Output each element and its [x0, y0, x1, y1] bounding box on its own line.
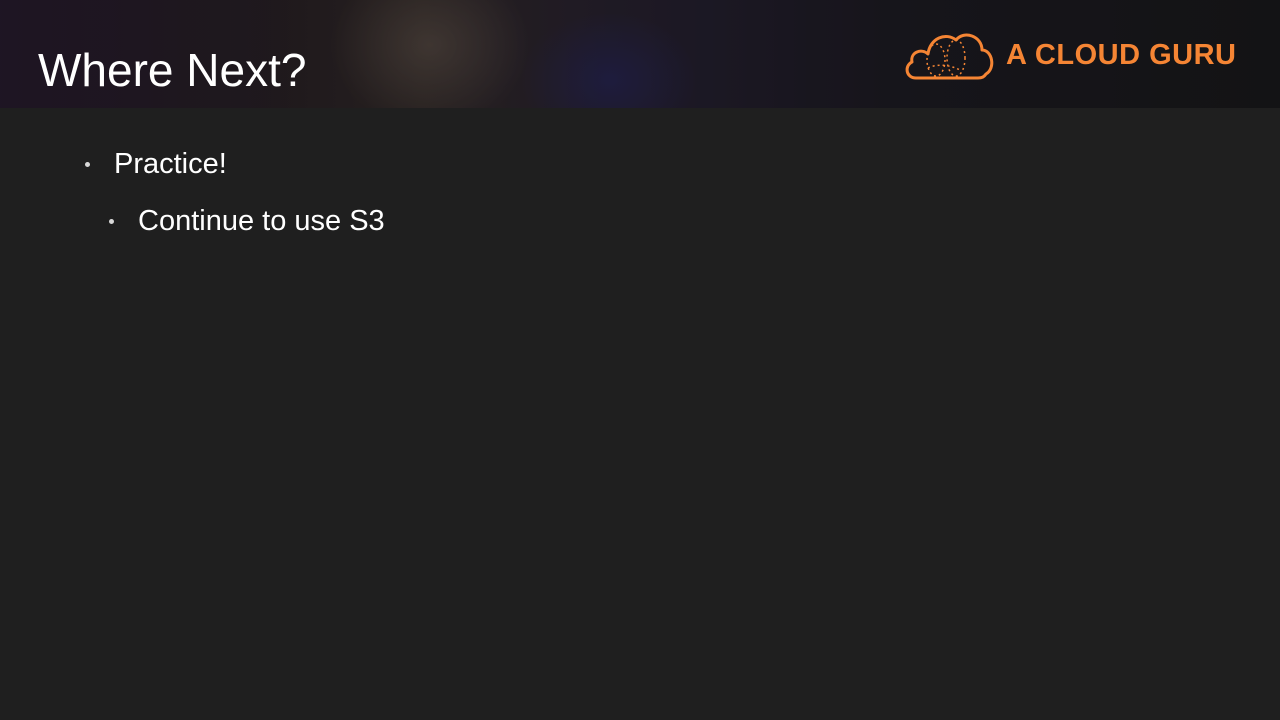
bullet-item: Continue to use S3 — [109, 203, 385, 239]
logo-text: A CLOUD GURU — [1006, 38, 1237, 71]
slide-title: Where Next? — [38, 44, 307, 96]
bullet-text: Continue to use S3 — [138, 205, 385, 237]
bullet-text: Practice! — [114, 148, 227, 180]
cloud-icon — [902, 28, 994, 82]
bullet-icon — [109, 218, 114, 224]
bullet-icon — [85, 161, 90, 167]
bullet-item: Practice! — [85, 146, 227, 182]
bullet-list: Practice! Continue to use S3 — [0, 0, 1280, 720]
slide: Where Next? A CLOUD GURU Practice! Conti… — [0, 0, 1280, 720]
logo: A CLOUD GURU — [902, 26, 1236, 84]
